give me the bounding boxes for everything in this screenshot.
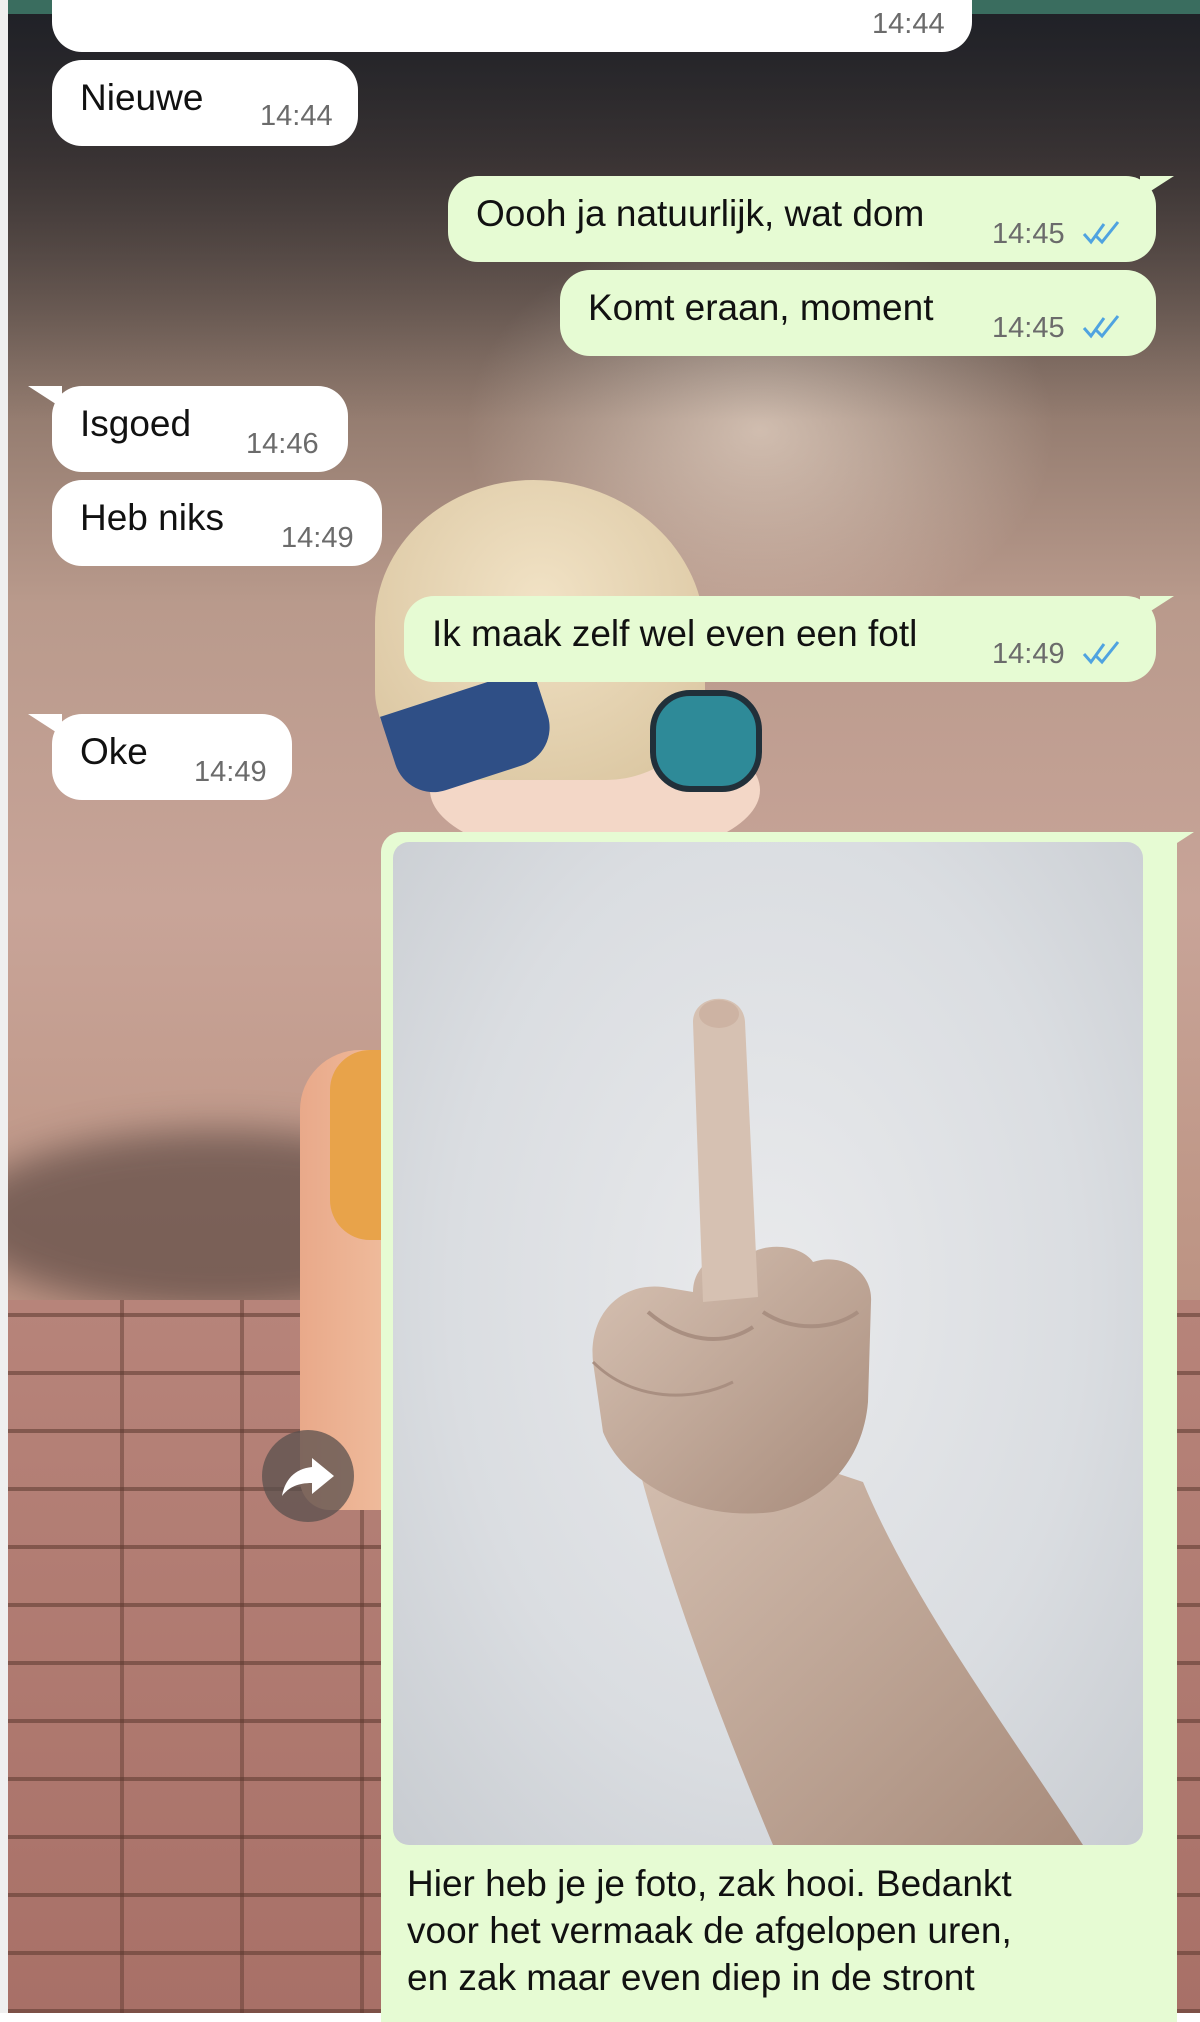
double-check-icon <box>1082 641 1120 665</box>
message-text: Ik maak zelf wel even een fotl <box>432 613 918 654</box>
double-check-icon <box>1082 221 1120 245</box>
message-text: Heb niks <box>80 497 224 538</box>
bubble-tail <box>28 714 62 736</box>
bubble-tail <box>1140 176 1174 198</box>
left-edge <box>0 0 8 2013</box>
message-text: Komt eraan, moment <box>588 287 934 328</box>
bubble-tail <box>1160 832 1194 854</box>
message-time: 14:49 <box>194 756 267 788</box>
message-text: Oke <box>80 731 148 772</box>
message-bubble-partial[interactable] <box>52 0 972 52</box>
wallpaper-sunglasses <box>650 690 762 792</box>
double-check-icon <box>1082 315 1120 339</box>
message-time: 14:44 <box>260 100 333 132</box>
message-bubble-outgoing[interactable]: Komt eraan, moment <box>560 270 1156 356</box>
message-time: 14:45 <box>992 218 1065 250</box>
message-text: Oooh ja natuurlijk, wat dom <box>476 193 925 234</box>
forward-arrow-icon <box>282 1458 334 1496</box>
message-text: Nieuwe <box>80 77 204 118</box>
message-time: 14:49 <box>992 638 1065 670</box>
message-text: Isgoed <box>80 403 192 444</box>
message-time: 14:44 <box>872 8 945 40</box>
photo-caption: Hier heb je je foto, zak hooi. Bedankt v… <box>407 1863 1012 1998</box>
forward-icon[interactable] <box>262 1430 354 1522</box>
bubble-tail <box>1140 596 1174 618</box>
bubble-tail <box>28 386 62 408</box>
message-time: 14:49 <box>281 522 354 554</box>
message-time: 14:45 <box>992 312 1065 344</box>
message-photo[interactable] <box>393 842 1143 1845</box>
hand-gesture-image <box>591 998 1083 1845</box>
message-time: 14:46 <box>246 428 319 460</box>
